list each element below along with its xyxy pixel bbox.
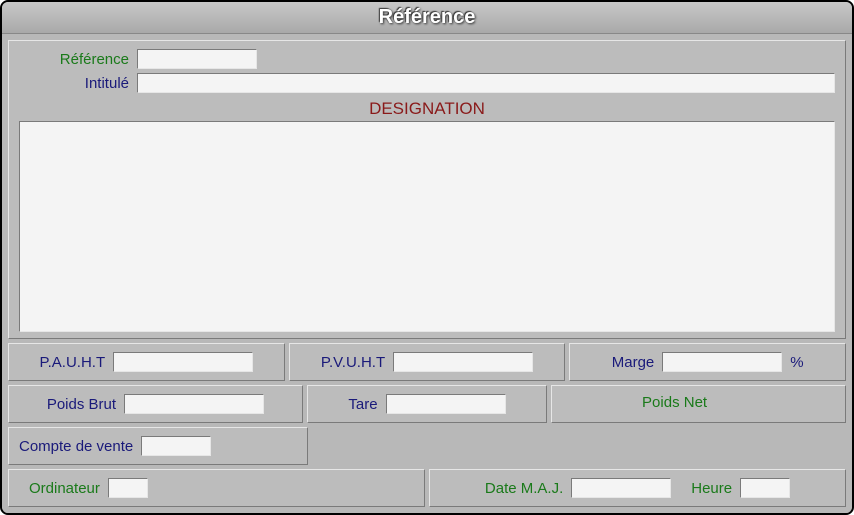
poids-net-panel: Poids Net bbox=[551, 385, 846, 423]
designation-legend: DESIGNATION bbox=[359, 99, 495, 119]
date-maj-label: Date M.A.J. bbox=[485, 480, 563, 497]
tare-panel: Tare bbox=[307, 385, 547, 423]
weights-row: Poids Brut Tare Poids Net bbox=[8, 385, 846, 423]
pvuht-label: P.V.U.H.T bbox=[321, 354, 385, 371]
window-content: Référence Intitulé DESIGNATION P.A.U.H.T… bbox=[2, 34, 852, 513]
pauht-input[interactable] bbox=[113, 352, 253, 372]
ordinateur-input[interactable] bbox=[108, 478, 148, 498]
poids-brut-label: Poids Brut bbox=[47, 396, 116, 413]
pauht-panel: P.A.U.H.T bbox=[8, 343, 285, 381]
top-panel: Référence Intitulé DESIGNATION bbox=[8, 40, 846, 339]
compte-vente-input[interactable] bbox=[141, 436, 211, 456]
pauht-label: P.A.U.H.T bbox=[40, 354, 106, 371]
intitule-label: Intitulé bbox=[19, 75, 129, 92]
ordinateur-label: Ordinateur bbox=[29, 480, 100, 497]
tare-label: Tare bbox=[348, 396, 377, 413]
account-spacer bbox=[312, 427, 846, 465]
window-title: Référence bbox=[2, 2, 852, 34]
heure-label: Heure bbox=[691, 480, 732, 497]
marge-input[interactable] bbox=[662, 352, 782, 372]
designation-textarea[interactable] bbox=[19, 121, 835, 332]
poids-brut-panel: Poids Brut bbox=[8, 385, 303, 423]
tare-input[interactable] bbox=[386, 394, 506, 414]
poids-brut-input[interactable] bbox=[124, 394, 264, 414]
compte-vente-label: Compte de vente bbox=[19, 438, 133, 455]
marge-label: Marge bbox=[612, 354, 655, 371]
ordinateur-panel: Ordinateur bbox=[8, 469, 425, 507]
pvuht-input[interactable] bbox=[393, 352, 533, 372]
marge-panel: Marge % bbox=[569, 343, 846, 381]
intitule-row: Intitulé bbox=[19, 71, 835, 95]
meta-row: Ordinateur Date M.A.J. Heure bbox=[8, 469, 846, 507]
reference-label: Référence bbox=[19, 51, 129, 68]
pvuht-panel: P.V.U.H.T bbox=[289, 343, 566, 381]
intitule-input[interactable] bbox=[137, 73, 835, 93]
reference-window: Référence Référence Intitulé DESIGNATION… bbox=[0, 0, 854, 515]
reference-row: Référence bbox=[19, 47, 835, 71]
heure-input[interactable] bbox=[740, 478, 790, 498]
compte-vente-panel: Compte de vente bbox=[8, 427, 308, 465]
account-row: Compte de vente bbox=[8, 427, 846, 465]
date-maj-input[interactable] bbox=[571, 478, 671, 498]
marge-suffix: % bbox=[790, 354, 803, 371]
reference-input[interactable] bbox=[137, 49, 257, 69]
poids-net-label: Poids Net bbox=[642, 394, 707, 411]
prices-row: P.A.U.H.T P.V.U.H.T Marge % bbox=[8, 343, 846, 381]
date-maj-panel: Date M.A.J. Heure bbox=[429, 469, 846, 507]
